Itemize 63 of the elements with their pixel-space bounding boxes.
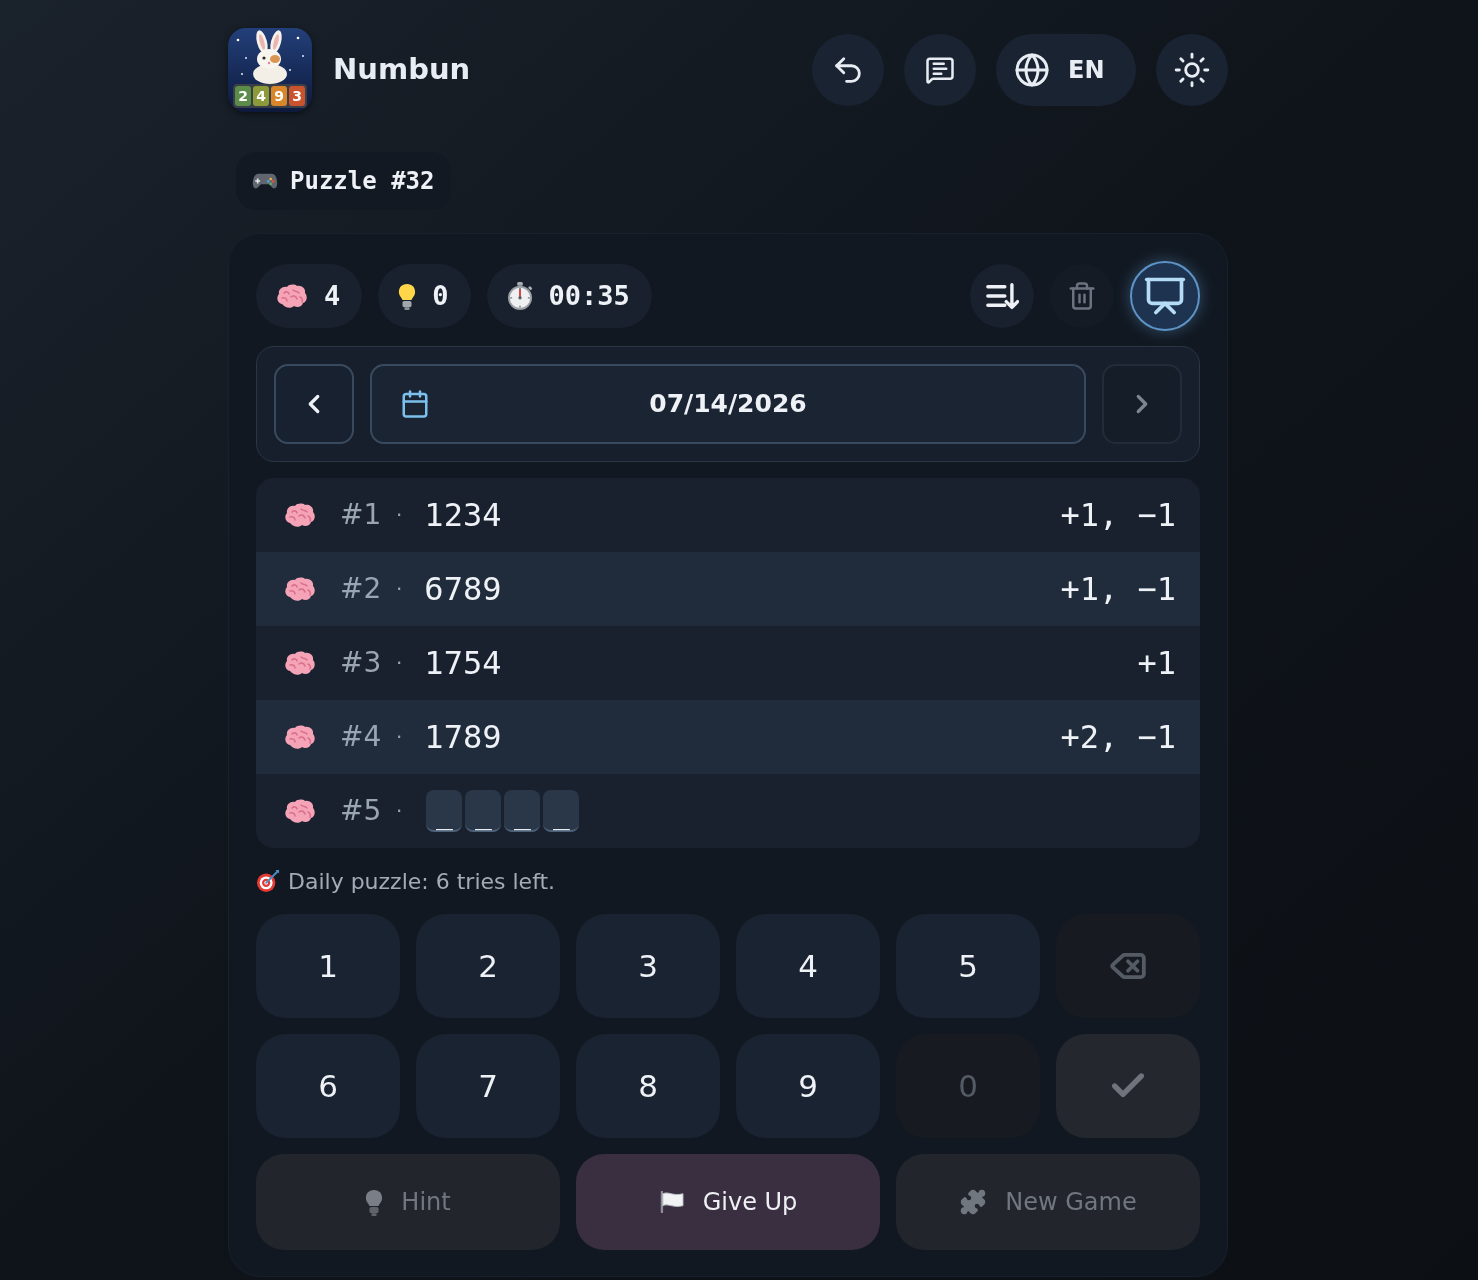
give-up-button[interactable]: Give Up: [576, 1154, 880, 1250]
digit-key[interactable]: 2: [416, 914, 560, 1018]
guess-number: #2: [340, 571, 383, 607]
trash-icon: [1067, 281, 1097, 311]
digit-key[interactable]: 5: [896, 914, 1040, 1018]
brain-icon: [284, 576, 316, 602]
guess-number: #4: [340, 719, 383, 755]
guess-digits: 1789: [424, 717, 502, 758]
guess-number: #5: [340, 793, 383, 829]
digit-key[interactable]: 7: [416, 1034, 560, 1138]
digit-tile: 9: [271, 86, 287, 106]
language-button[interactable]: EN: [996, 34, 1136, 106]
separator-dot: ·: [396, 798, 403, 825]
guess-digits: 1234: [424, 495, 502, 536]
guess-number: #1: [340, 497, 383, 533]
digit-input-slot: _: [426, 790, 463, 832]
app-title: Numbun: [333, 51, 471, 89]
digit-tile: 4: [253, 86, 269, 106]
hint-count: 0: [432, 278, 449, 313]
guess-count: 4: [324, 278, 341, 313]
separator-dot: ·: [396, 502, 403, 529]
brain-icon: [284, 502, 316, 528]
guess-feedback: +2, −1: [1060, 717, 1176, 758]
digit-tile: 3: [289, 86, 305, 106]
digit-key[interactable]: 8: [576, 1034, 720, 1138]
separator-dot: ·: [396, 724, 403, 751]
digit-key[interactable]: 4: [736, 914, 880, 1018]
calendar-icon: [400, 389, 430, 419]
flag-icon: [658, 1191, 685, 1213]
guess-digits: 1754: [424, 643, 502, 684]
gamepad-icon: [252, 172, 278, 190]
dart-target-icon: [256, 869, 280, 893]
sun-icon: [1173, 51, 1211, 89]
brain-icon: [284, 798, 316, 824]
digit-input-slot: _: [465, 790, 502, 832]
guess-feedback: +1, −1: [1060, 495, 1176, 536]
light-bulb-icon: [365, 1188, 384, 1216]
digit-key[interactable]: 6: [256, 1034, 400, 1138]
brain-icon: [284, 724, 316, 750]
puzzle-piece-icon: [959, 1188, 988, 1216]
timer-value: 00:35: [548, 278, 630, 313]
light-bulb-icon: [398, 282, 417, 310]
presentation-button[interactable]: [1130, 261, 1200, 331]
digit-key[interactable]: 1: [256, 914, 400, 1018]
digit-input-slot: _: [543, 790, 580, 832]
digit-input-slot: _: [504, 790, 541, 832]
brain-icon: [276, 283, 308, 309]
status-text: Daily puzzle: 6 tries left.: [288, 867, 556, 896]
date-field[interactable]: 07/14/2026: [370, 364, 1086, 444]
stopwatch-icon: [506, 282, 533, 310]
guess-feedback: +1, −1: [1060, 569, 1176, 610]
brain-icon: [284, 650, 316, 676]
digit-key[interactable]: 9: [736, 1034, 880, 1138]
message-icon: [925, 55, 955, 85]
digit-tile: 2: [235, 86, 251, 106]
guess-feedback: +1: [1137, 643, 1176, 684]
puzzle-label: Puzzle #32: [290, 166, 435, 197]
guess-number: #3: [340, 645, 383, 681]
separator-dot: ·: [396, 650, 403, 677]
digit-key[interactable]: 3: [576, 914, 720, 1018]
globe-icon: [1014, 52, 1050, 88]
guess-digits: 6789: [424, 569, 502, 610]
separator-dot: ·: [396, 576, 403, 603]
